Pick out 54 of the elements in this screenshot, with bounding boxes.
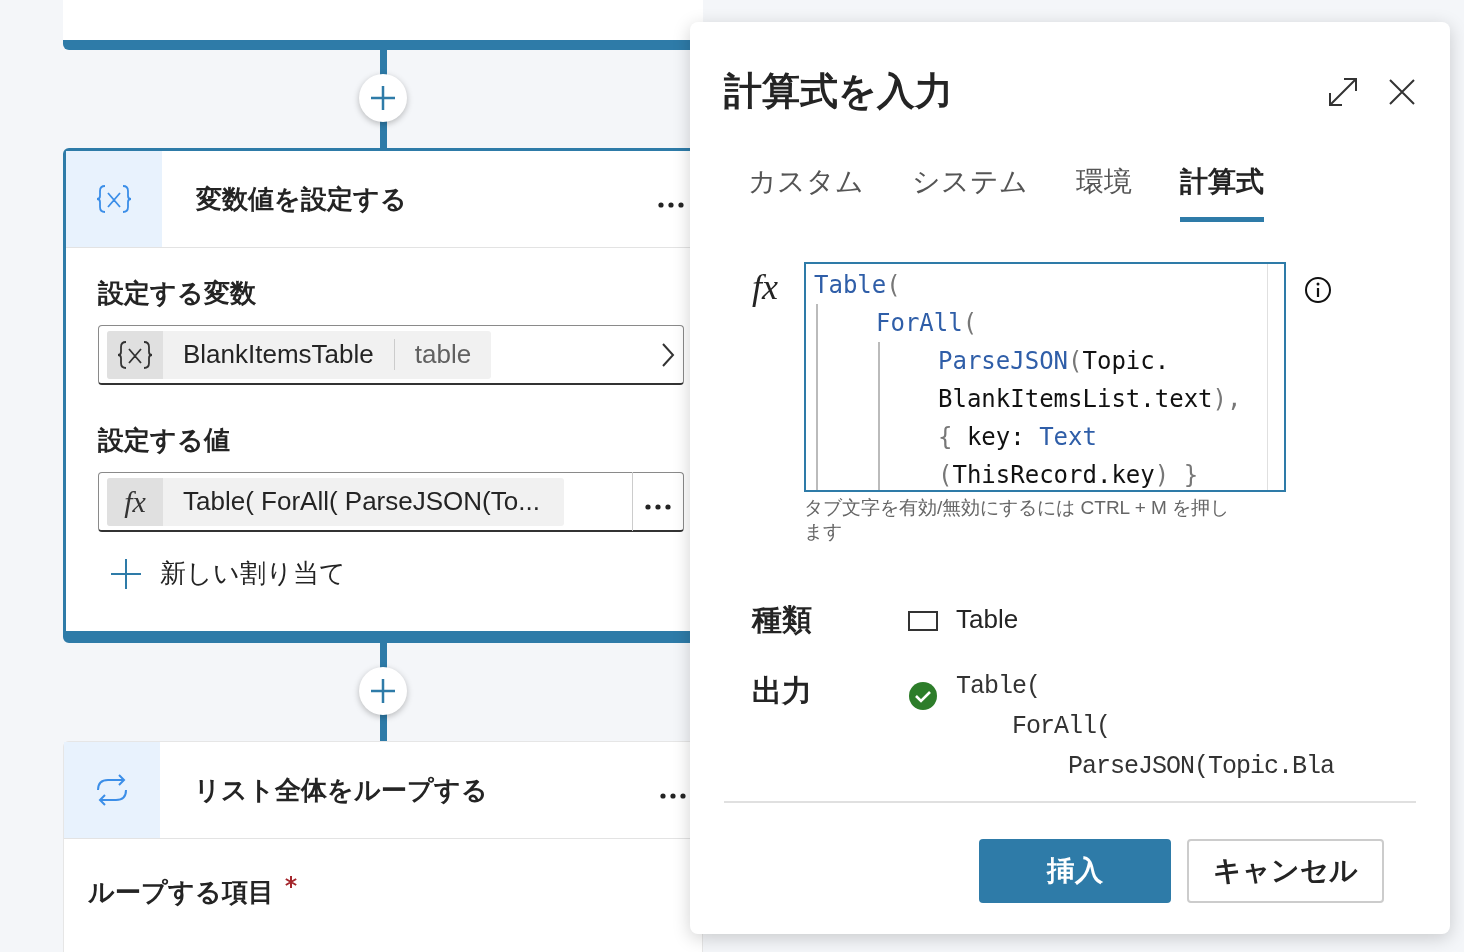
close-icon [1388, 77, 1416, 106]
expand-button[interactable] [1328, 76, 1358, 107]
field-label: 設定する変数 [98, 277, 257, 310]
function-icon: fx [124, 484, 146, 519]
more-icon [645, 504, 671, 510]
code-line: ParseJSON(Topic. [938, 346, 1171, 377]
new-assignment-button[interactable]: 新しい割り当て [98, 556, 346, 591]
code-line: { key: Text [938, 422, 1098, 453]
code-line: ForAll( [876, 308, 979, 339]
table-icon [908, 610, 938, 632]
more-icon [660, 792, 686, 799]
formula-editor[interactable]: Table( ForAll( ParseJSON(Topic. BlankItemsList.text), { key: Text (ThisRecord.key) } [804, 262, 1286, 492]
type-value: Table [956, 604, 1019, 635]
hint-text: タブ文字を有効/無効にするには CTRL + M を押します [804, 496, 1231, 544]
output-line: Table( [956, 671, 1041, 703]
tab[interactable]: 環境 [1076, 163, 1132, 222]
more-icon [658, 201, 684, 208]
variable-icon [117, 339, 153, 370]
variable-type: table [393, 339, 492, 370]
formula-value: Table( ForAll( ParseJSON(To... [182, 486, 541, 517]
variable-icon [96, 184, 132, 214]
chevron-right-icon [661, 341, 675, 368]
formula-field[interactable]: fx Table( ForAll( ParseJSON(To... [98, 472, 684, 532]
cancel-button[interactable]: キャンセル [1187, 839, 1384, 903]
tab[interactable]: カスタム [748, 163, 864, 222]
code-line: Table( [814, 270, 902, 301]
type-label: 種類 [752, 602, 813, 638]
plus-icon [370, 678, 396, 704]
expand-icon [1328, 76, 1358, 107]
action-card[interactable]: リスト全体をループする ループする項目 [63, 741, 703, 952]
field-label: ループする項目 [88, 876, 274, 909]
code-line: BlankItemsList.text), [938, 384, 1243, 415]
panel-title: 計算式を入力 [724, 69, 954, 114]
variable-field[interactable]: BlankItemsTable table [98, 325, 684, 385]
tab[interactable]: 計算式 [1180, 163, 1264, 222]
add-step-button[interactable] [359, 667, 407, 715]
action-card[interactable] [63, 0, 703, 50]
insert-button[interactable]: 挿入 [979, 839, 1171, 903]
info-icon[interactable] [1304, 276, 1332, 304]
plus-icon [110, 557, 142, 590]
tab[interactable]: システム [912, 163, 1028, 222]
close-button[interactable] [1388, 77, 1416, 106]
loop-icon [94, 774, 130, 806]
output-line: ParseJSON(Topic.Bla [1068, 751, 1335, 783]
field-label: 設定する値 [98, 424, 231, 457]
output-line: ForAll( [1012, 711, 1112, 743]
card-title: 変数値を設定する [196, 182, 408, 216]
variable-name: BlankItemsTable [182, 339, 375, 370]
function-icon: fx [752, 267, 778, 307]
plus-icon [370, 85, 396, 111]
card-title: リスト全体をループする [194, 773, 489, 807]
add-step-button[interactable] [359, 74, 407, 122]
code-line: (ThisRecord.key) } [938, 460, 1200, 490]
output-label: 出力 [752, 673, 813, 709]
